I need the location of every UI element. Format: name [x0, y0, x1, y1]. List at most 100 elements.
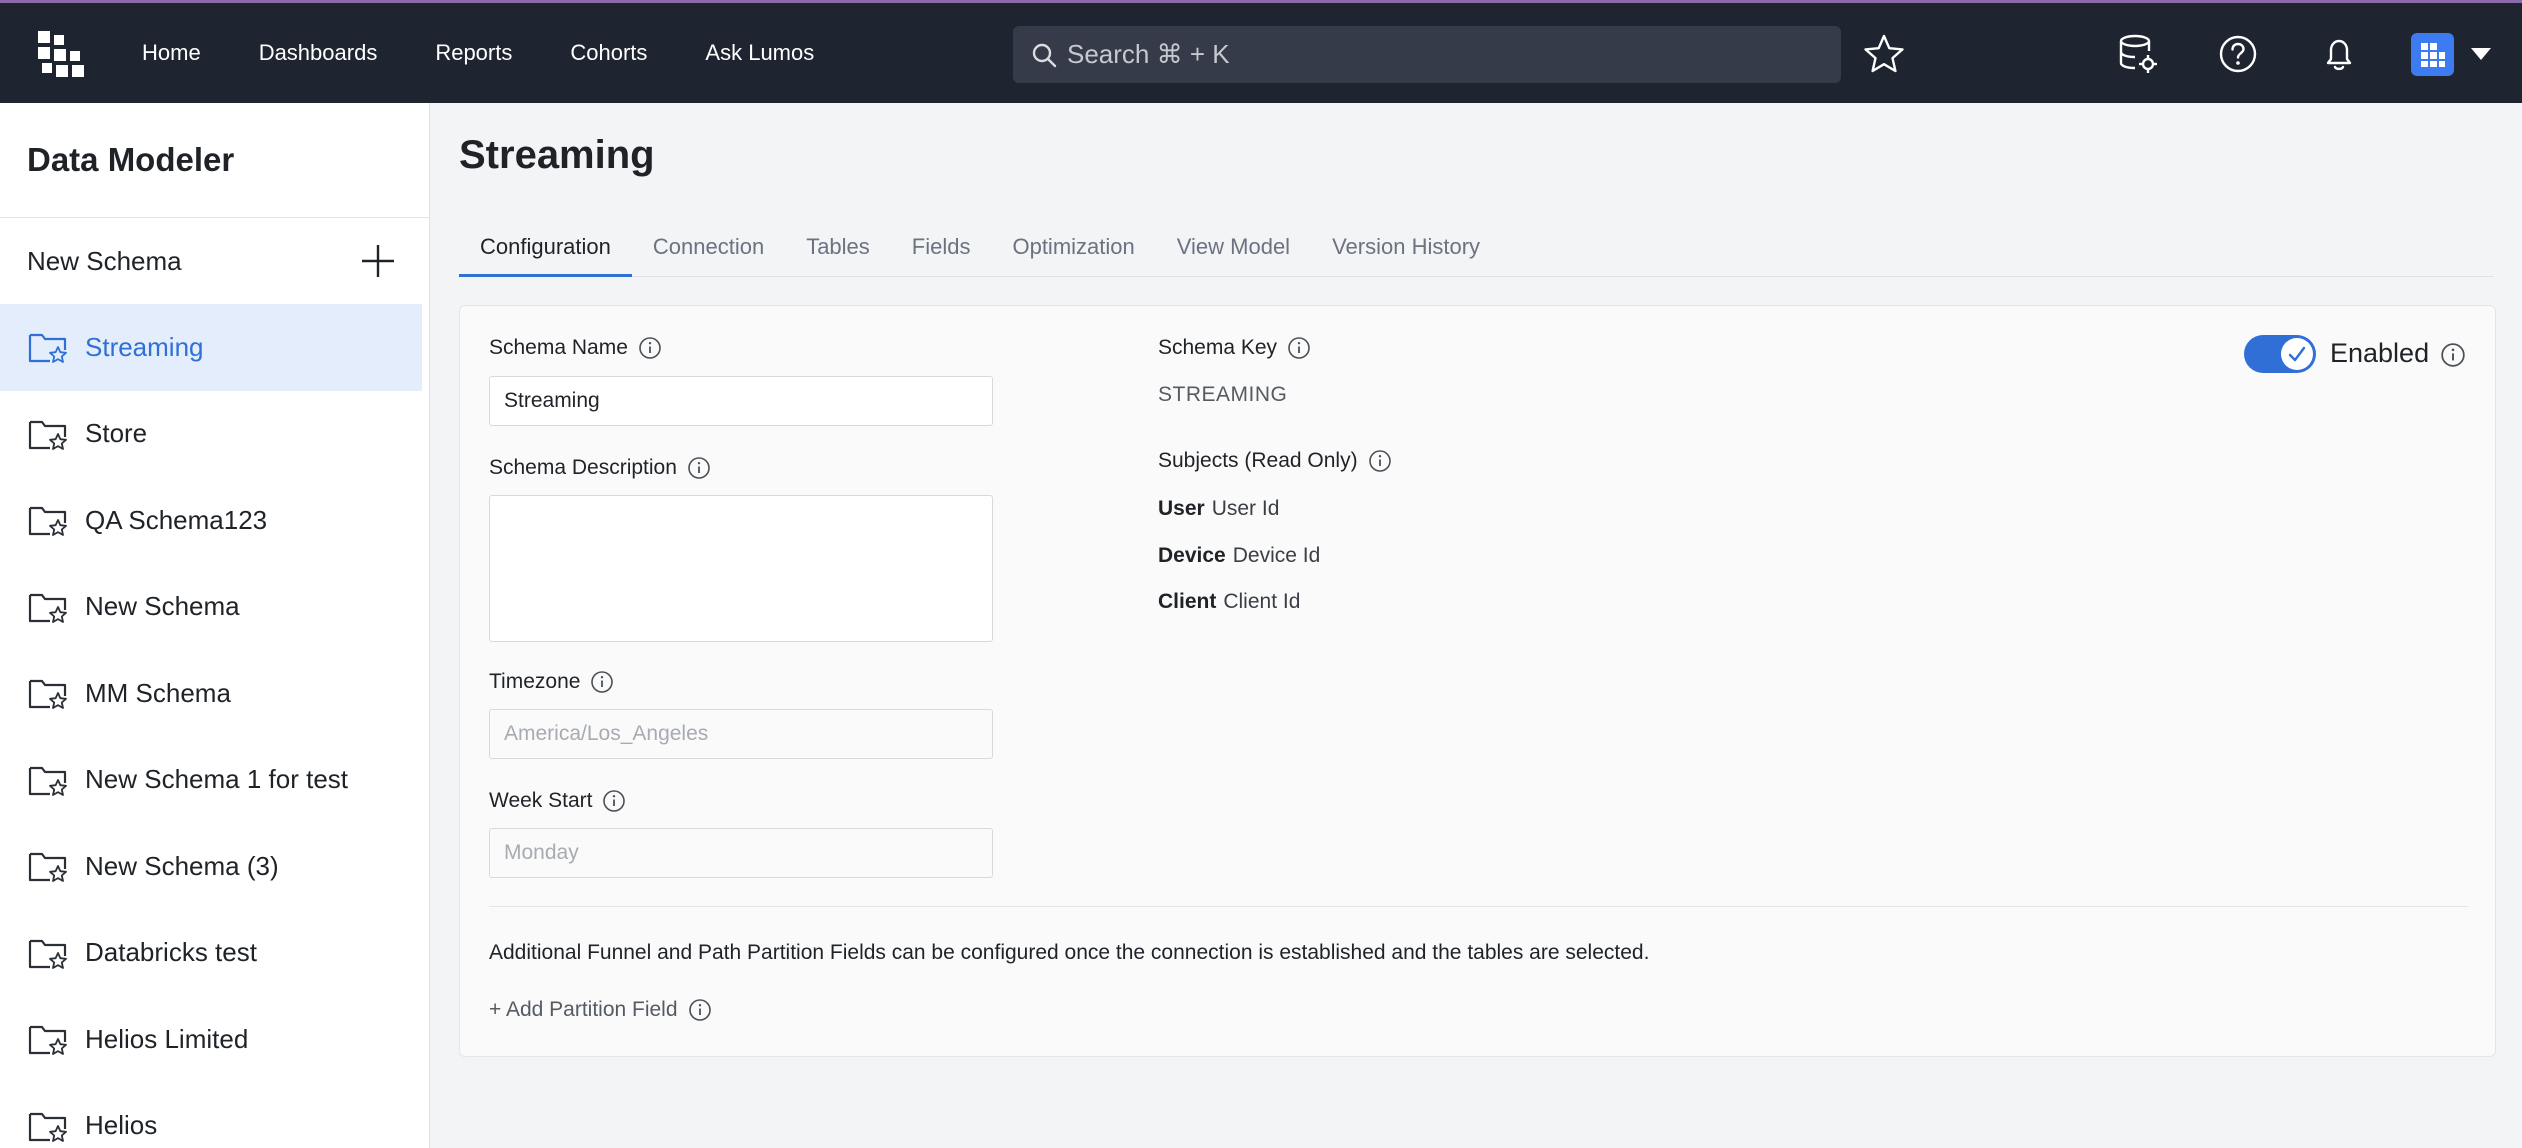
info-icon[interactable] [1287, 336, 1311, 360]
schema-folder-icon [28, 939, 67, 969]
divider [489, 906, 2468, 907]
schema-description-label: Schema Description [489, 456, 711, 480]
star-favorites-icon[interactable] [1863, 33, 1905, 75]
subjects-label: Subjects (Read Only) [1158, 449, 1392, 473]
sidebar-schema-item[interactable]: Store [0, 391, 422, 478]
sidebar-schema-label: QA Schema123 [85, 504, 268, 535]
nav-dashboards[interactable]: Dashboards [259, 40, 378, 66]
sidebar-schema-label: Helios [85, 1110, 158, 1141]
grid-avatar-icon [2420, 42, 2445, 67]
sidebar-schema-label: Helios Limited [85, 1023, 249, 1054]
subject-name: User [1158, 497, 1205, 520]
new-schema-label: New Schema [27, 245, 182, 276]
sidebar-schema-label: Store [85, 418, 148, 449]
schema-key-value: STREAMING [1158, 383, 1288, 406]
nav-home[interactable]: Home [142, 40, 201, 66]
schema-list: Streaming Store QA Schema123 New Schema MM S… [0, 304, 429, 1148]
subject-name: Device [1158, 544, 1226, 567]
enabled-label: Enabled [2330, 338, 2430, 368]
sidebar-schema-label: MM Schema [85, 677, 231, 708]
tab-fields[interactable]: Fields [891, 225, 992, 277]
nav-ask-lumos[interactable]: Ask Lumos [705, 40, 814, 66]
app-logo-icon[interactable] [38, 31, 86, 79]
add-schema-plus-icon[interactable] [359, 242, 397, 280]
subjects-label-text: Subjects (Read Only) [1158, 449, 1358, 472]
nav-reports[interactable]: Reports [435, 40, 512, 66]
sidebar-schema-item[interactable]: New Schema 1 for test [0, 737, 422, 824]
schema-name-input[interactable] [489, 376, 993, 426]
info-icon[interactable] [638, 336, 662, 360]
info-icon[interactable] [2440, 342, 2466, 368]
sidebar-schema-item[interactable]: New Schema [0, 564, 422, 651]
global-search[interactable] [1013, 26, 1841, 83]
schema-folder-icon [28, 766, 67, 796]
schema-folder-icon [28, 680, 67, 710]
week-start-input[interactable] [489, 828, 993, 878]
tab-view-model[interactable]: View Model [1156, 225, 1311, 277]
week-start-label-text: Week Start [489, 789, 593, 812]
tab-configuration[interactable]: Configuration [459, 225, 632, 277]
schema-description-textarea[interactable] [489, 495, 993, 642]
top-navigation-bar: Home Dashboards Reports Cohorts Ask Lumo… [0, 0, 2522, 103]
nav-cohorts[interactable]: Cohorts [570, 40, 647, 66]
tab-connection[interactable]: Connection [632, 225, 785, 277]
schema-description-label-text: Schema Description [489, 456, 677, 479]
schema-name-label-text: Schema Name [489, 336, 628, 359]
tab-tables[interactable]: Tables [785, 225, 891, 277]
schema-folder-icon [28, 420, 67, 450]
search-icon [1032, 43, 1057, 67]
info-icon[interactable] [688, 998, 712, 1022]
database-settings-icon[interactable] [2117, 33, 2159, 75]
sidebar-schema-item[interactable]: Helios Limited [0, 996, 422, 1083]
sidebar-schema-item[interactable]: MM Schema [0, 650, 422, 737]
configuration-card: Schema Name Schema Description Timezone … [459, 305, 2496, 1057]
subject-value: User Id [1211, 497, 1280, 520]
search-input[interactable] [1067, 39, 1827, 70]
sidebar-schema-label: Streaming [85, 331, 204, 362]
info-icon[interactable] [602, 789, 626, 813]
new-schema-row[interactable]: New Schema [0, 218, 429, 304]
schema-folder-icon [28, 334, 67, 364]
subject-row-user: User User Id [1158, 497, 1279, 521]
info-icon[interactable] [590, 670, 614, 694]
subject-value: Client Id [1223, 590, 1301, 613]
chevron-down-icon[interactable] [2470, 47, 2492, 61]
add-partition-field-button[interactable]: + Add Partition Field [489, 998, 712, 1022]
timezone-label-text: Timezone [489, 670, 581, 693]
sidebar-schema-label: New Schema 1 for test [85, 764, 348, 795]
sidebar-schema-item[interactable]: New Schema (3) [0, 823, 422, 910]
sidebar-schema-label: New Schema (3) [85, 850, 279, 881]
sidebar-schema-item[interactable]: Databricks test [0, 910, 422, 997]
help-icon[interactable] [2217, 33, 2259, 75]
schema-name-label: Schema Name [489, 336, 662, 360]
schema-key-label: Schema Key [1158, 336, 1311, 360]
tab-version-history[interactable]: Version History [1311, 225, 1501, 277]
schema-folder-icon [28, 507, 67, 537]
timezone-input[interactable] [489, 709, 993, 759]
enabled-toggle[interactable] [2244, 335, 2316, 373]
subject-row-client: Client Client Id [1158, 590, 1300, 614]
schema-folder-icon [28, 593, 67, 623]
schema-folder-icon [28, 853, 67, 883]
schema-folder-icon [28, 1112, 67, 1142]
timezone-label: Timezone [489, 670, 614, 694]
main-nav: Home Dashboards Reports Cohorts Ask Lumo… [142, 3, 872, 103]
subject-value: Device Id [1232, 544, 1321, 567]
toggle-knob [2281, 338, 2313, 370]
sidebar-schema-item[interactable]: Helios [0, 1083, 422, 1148]
tab-optimization[interactable]: Optimization [991, 225, 1155, 277]
schema-key-label-text: Schema Key [1158, 336, 1278, 359]
subject-row-device: Device Device Id [1158, 544, 1320, 568]
subject-name: Client [1158, 590, 1217, 613]
user-avatar[interactable] [2411, 33, 2454, 76]
week-start-label: Week Start [489, 789, 626, 813]
add-partition-field-label: + Add Partition Field [489, 998, 678, 1021]
sidebar-schema-label: Databricks test [85, 937, 257, 968]
info-icon[interactable] [1368, 449, 1392, 473]
sidebar-schema-item[interactable]: Streaming [0, 304, 422, 391]
sidebar: Data Modeler New Schema Streaming Store QA… [0, 103, 430, 1148]
sidebar-schema-item[interactable]: QA Schema123 [0, 477, 422, 564]
info-icon[interactable] [687, 456, 711, 480]
notifications-bell-icon[interactable] [2318, 33, 2360, 75]
tab-bar: Configuration Connection Tables Fields Optim… [459, 225, 2494, 277]
